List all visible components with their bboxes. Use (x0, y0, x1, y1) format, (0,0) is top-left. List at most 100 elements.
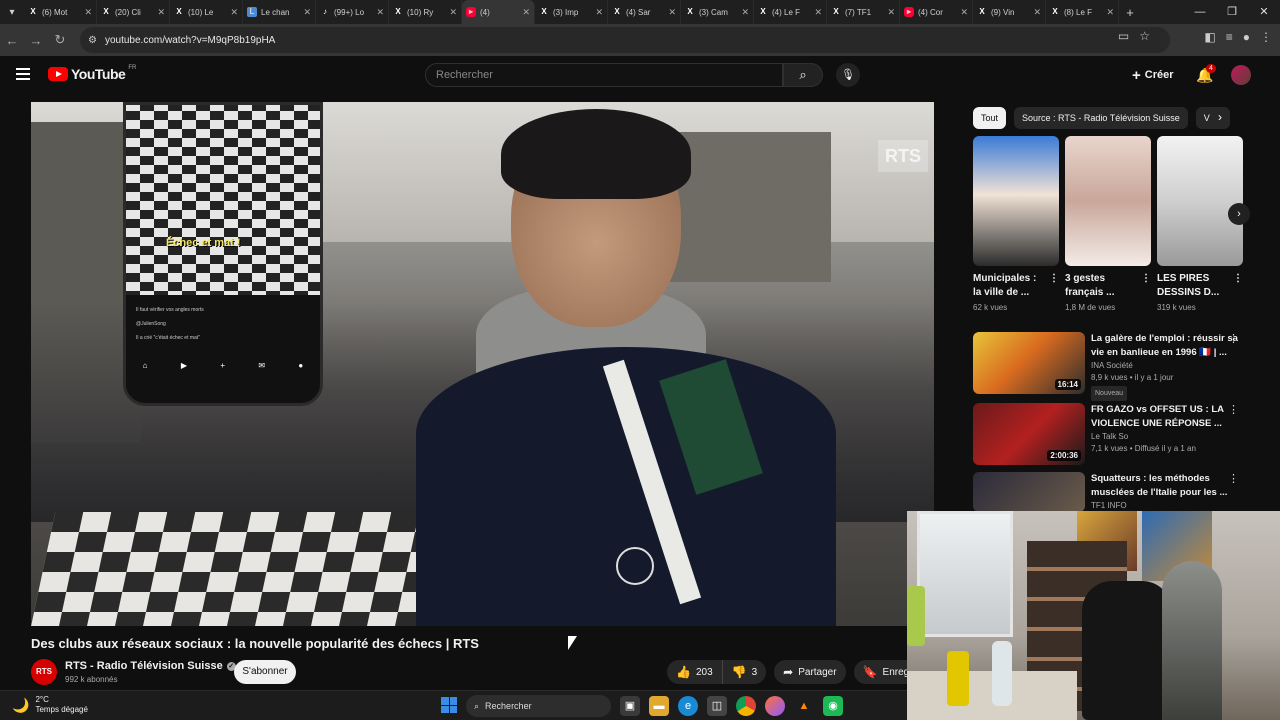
short-menu-icon[interactable]: ⋮ (1049, 272, 1059, 286)
file-explorer-icon[interactable]: ▬ (649, 696, 669, 716)
tab-close-icon[interactable]: ✕ (449, 7, 457, 18)
firefox-icon[interactable] (765, 696, 785, 716)
tab-close-icon[interactable]: ✕ (1033, 7, 1041, 18)
short-title[interactable]: Municipales : la ville de ... ⋮ (973, 272, 1059, 300)
short-item[interactable]: LES PIRES DESSINS D... ⋮ 319 k vues (1157, 136, 1243, 312)
tab-close-icon[interactable]: ✕ (376, 7, 384, 18)
browser-tab[interactable]: X (3) Cam ✕ (681, 0, 754, 24)
windows-start-icon[interactable] (441, 697, 457, 713)
channel-avatar[interactable]: RTS (31, 659, 57, 685)
close-window-button[interactable]: ✕ (1248, 0, 1280, 24)
chrome-icon[interactable] (736, 696, 756, 716)
tab-close-icon[interactable]: ✕ (887, 7, 895, 18)
browser-menu-icon[interactable]: ⋮ (1260, 30, 1272, 44)
reload-button[interactable]: ↻ (48, 32, 72, 48)
store-icon[interactable]: ◫ (707, 696, 727, 716)
video-menu-icon[interactable]: ⋮ (1228, 472, 1239, 485)
taskbar-search[interactable]: ⌕ Rechercher (466, 695, 611, 717)
tab-close-icon[interactable]: ✕ (1106, 7, 1114, 18)
recommended-thumbnail[interactable] (973, 472, 1085, 512)
browser-tab[interactable]: ▸ (4) ✕ (462, 0, 535, 24)
recommended-thumbnail[interactable]: 2:00:36 (973, 403, 1085, 465)
recommended-title[interactable]: La galère de l'emploi : réussir sa vie e… (1091, 332, 1239, 360)
browser-tab[interactable]: X (8) Le F ✕ (1046, 0, 1119, 24)
short-menu-icon[interactable]: ⋮ (1233, 272, 1243, 286)
browser-tab[interactable]: ♪ (99+) Lo ✕ (316, 0, 389, 24)
short-item[interactable]: 3 gestes français ... ⋮ 1,8 M de vues (1065, 136, 1151, 312)
tab-close-icon[interactable]: ✕ (157, 7, 165, 18)
browser-tab[interactable]: X (20) Cli ✕ (97, 0, 170, 24)
create-button[interactable]: + Créer (1126, 64, 1180, 86)
short-title[interactable]: 3 gestes français ... ⋮ (1065, 272, 1151, 300)
edge-icon[interactable]: e (678, 696, 698, 716)
browser-tab[interactable]: X (6) Mot ✕ (24, 0, 97, 24)
maximize-button[interactable]: ❐ (1216, 0, 1248, 24)
account-avatar[interactable] (1231, 65, 1251, 85)
address-bar[interactable]: ⚙ youtube.com/watch?v=M9qP8b19pHA (80, 27, 1170, 53)
browser-tab[interactable]: ▸ (4) Cor ✕ (900, 0, 973, 24)
short-title[interactable]: LES PIRES DESSINS D... ⋮ (1157, 272, 1243, 300)
recommended-channel[interactable]: INA Société (1091, 360, 1239, 372)
chip-source[interactable]: Source : RTS - Radio Télévision Suisse (1014, 107, 1188, 129)
media-controls-icon[interactable]: ≡ (1226, 30, 1233, 44)
new-tab-button[interactable]: + (1119, 5, 1141, 20)
tab-close-icon[interactable]: ✕ (522, 7, 530, 18)
dislike-button[interactable]: 👎 3 (721, 660, 767, 684)
recommended-video[interactable]: Squatteurs : les méthodes musclées de l'… (973, 472, 1245, 512)
search-button[interactable]: ⌕ (783, 63, 823, 87)
back-button[interactable]: ← (0, 33, 24, 48)
browser-tab[interactable]: X (7) TF1 ✕ (827, 0, 900, 24)
subscribe-button[interactable]: S'abonner (234, 660, 296, 684)
recommended-channel[interactable]: Le Talk So (1091, 431, 1239, 443)
short-item[interactable]: Municipales : la ville de ... ⋮ 62 k vues (973, 136, 1059, 312)
recommended-video[interactable]: 2:00:36 FR GAZO vs OFFSET US : LA VIOLEN… (973, 403, 1245, 465)
tab-close-icon[interactable]: ✕ (960, 7, 968, 18)
channel-name-text[interactable]: RTS - Radio Télévision Suisse (65, 660, 223, 672)
site-info-icon[interactable]: ⚙ (88, 35, 97, 46)
browser-tab[interactable]: X (10) Ry ✕ (389, 0, 462, 24)
browser-tab[interactable]: X (9) Vin ✕ (973, 0, 1046, 24)
tab-close-icon[interactable]: ✕ (668, 7, 676, 18)
short-menu-icon[interactable]: ⋮ (1141, 272, 1151, 286)
forward-button[interactable]: → (24, 33, 48, 48)
chip-more[interactable]: V (1195, 107, 1230, 129)
cast-icon[interactable]: ▭ (1118, 29, 1129, 43)
search-input[interactable]: Rechercher (425, 63, 783, 87)
video-menu-icon[interactable]: ⋮ (1228, 403, 1239, 416)
extensions-icon[interactable]: ◧ (1204, 30, 1215, 44)
minimize-button[interactable]: — (1184, 0, 1216, 24)
short-thumbnail[interactable] (973, 136, 1059, 266)
chip-all[interactable]: Tout (973, 107, 1007, 129)
recommended-title[interactable]: FR GAZO vs OFFSET US : LA VIOLENCE UNE R… (1091, 403, 1239, 431)
weather-widget[interactable]: 🌙 2°C Temps dégagé (12, 695, 88, 715)
app-icon[interactable]: ◉ (823, 696, 843, 716)
channel-name[interactable]: RTS - Radio Télévision Suisse ✓ (65, 660, 236, 672)
tab-close-icon[interactable]: ✕ (741, 7, 749, 18)
tab-close-icon[interactable]: ✕ (595, 7, 603, 18)
youtube-logo[interactable]: YouTube FR (48, 65, 136, 82)
short-thumbnail[interactable] (1065, 136, 1151, 266)
tab-close-icon[interactable]: ✕ (230, 7, 238, 18)
browser-tab[interactable]: X (3) Imp ✕ (535, 0, 608, 24)
recommended-title[interactable]: Squatteurs : les méthodes musclées de l'… (1091, 472, 1239, 500)
recommended-video[interactable]: 16:14 La galère de l'emploi : réussir sa… (973, 332, 1245, 401)
like-button[interactable]: 👍 203 (667, 660, 722, 684)
guide-menu-icon[interactable] (16, 68, 30, 80)
video-player[interactable]: RTS Échec et mat ! Il faut vérifier vos … (31, 102, 934, 626)
tab-close-icon[interactable]: ✕ (84, 7, 92, 18)
shorts-next-arrow-icon[interactable]: › (1228, 203, 1250, 225)
recommended-thumbnail[interactable]: 16:14 (973, 332, 1085, 394)
bookmark-star-icon[interactable]: ☆ (1139, 29, 1150, 43)
task-view-icon[interactable]: ▣ (620, 696, 640, 716)
short-thumbnail[interactable] (1157, 136, 1243, 266)
tab-close-icon[interactable]: ✕ (814, 7, 822, 18)
share-button[interactable]: ➦ Partager (774, 660, 846, 684)
browser-tab[interactable]: X (4) Sar ✕ (608, 0, 681, 24)
chips-next-arrow-icon[interactable]: › (1218, 110, 1222, 124)
video-menu-icon[interactable]: ⋮ (1228, 332, 1239, 345)
vlc-icon[interactable]: ▲ (794, 696, 814, 716)
profile-icon[interactable]: ● (1243, 30, 1250, 44)
tab-close-icon[interactable]: ✕ (303, 7, 311, 18)
browser-tab[interactable]: X (10) Le ✕ (170, 0, 243, 24)
browser-tab[interactable]: L Le chan ✕ (243, 0, 316, 24)
